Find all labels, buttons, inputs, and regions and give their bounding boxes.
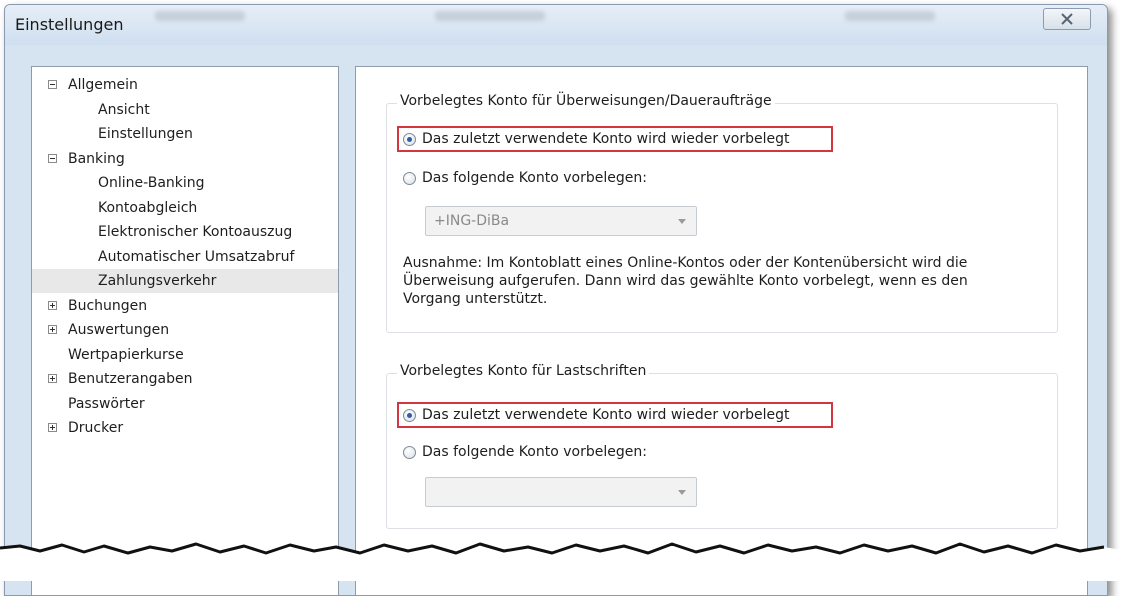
torn-edge-decoration bbox=[0, 542, 1121, 581]
